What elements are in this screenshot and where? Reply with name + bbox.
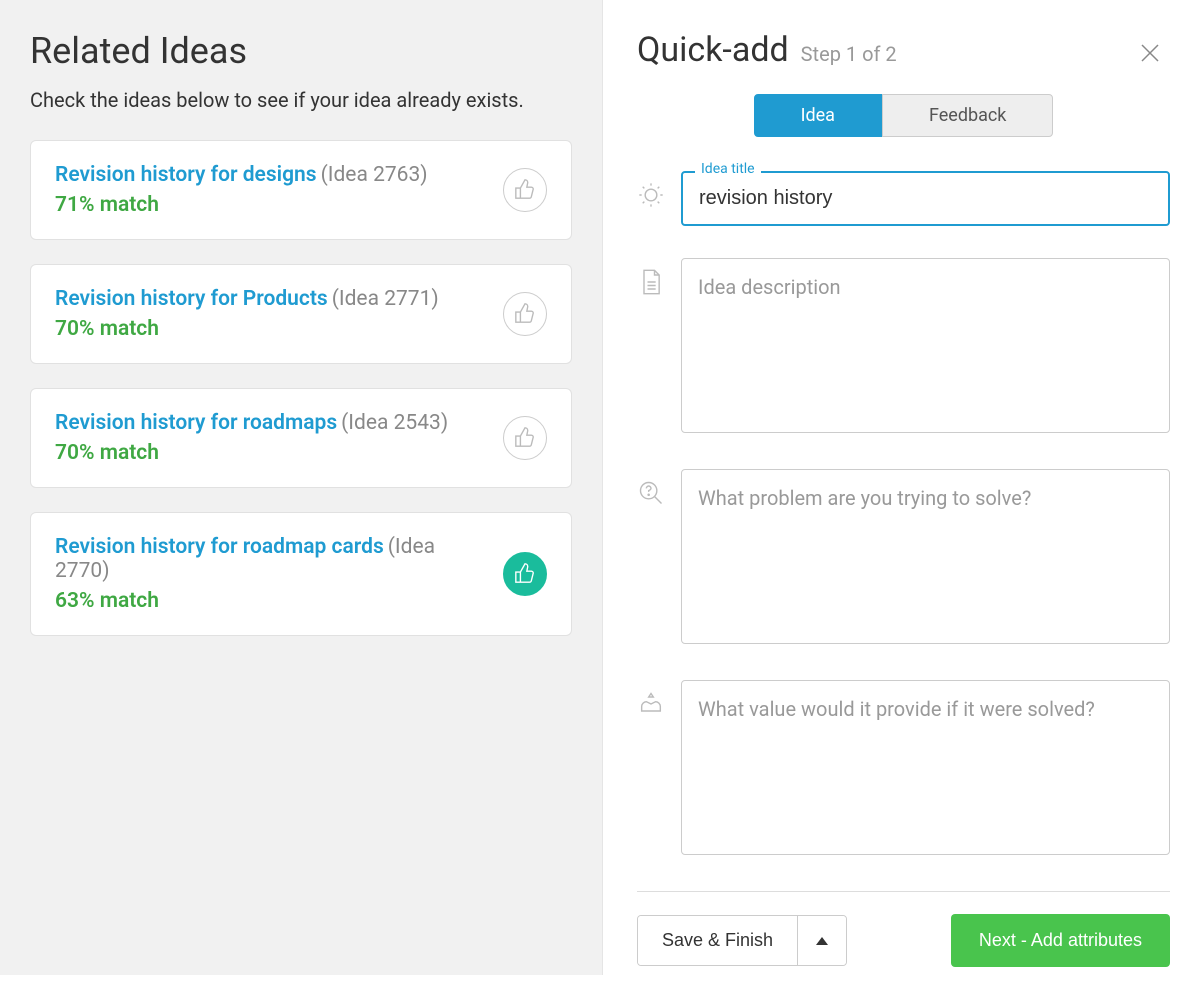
tab-group: Idea Feedback xyxy=(637,94,1170,137)
related-ideas-subtitle: Check the ideas below to see if your ide… xyxy=(30,88,572,112)
thumbs-up-icon xyxy=(514,302,536,327)
thumbs-up-icon xyxy=(514,178,536,203)
step-indicator: Step 1 of 2 xyxy=(801,42,897,66)
idea-title-input[interactable] xyxy=(681,171,1170,226)
idea-title-link[interactable]: Revision history for designs xyxy=(55,163,317,187)
idea-match: 70% match xyxy=(55,441,487,465)
save-finish-group: Save & Finish xyxy=(637,915,847,966)
thumbs-up-icon xyxy=(514,562,536,587)
idea-match: 63% match xyxy=(55,589,487,613)
close-icon xyxy=(1138,53,1162,68)
quick-add-title: Quick-add xyxy=(637,30,789,70)
idea-card[interactable]: Revision history for designs (Idea 2763)… xyxy=(30,140,572,240)
close-button[interactable] xyxy=(1136,40,1164,68)
hands-value-icon xyxy=(637,680,681,722)
footer-actions: Save & Finish Next - Add attributes xyxy=(637,892,1170,985)
idea-reference: (Idea 2763) xyxy=(321,163,428,187)
related-ideas-title: Related Ideas xyxy=(30,30,572,72)
idea-match: 71% match xyxy=(55,193,487,217)
idea-reference: (Idea 2771) xyxy=(332,287,439,311)
save-finish-dropdown[interactable] xyxy=(797,916,846,965)
document-icon xyxy=(637,258,681,300)
related-ideas-panel: Related Ideas Check the ideas below to s… xyxy=(0,0,603,975)
thumbs-up-button[interactable] xyxy=(503,552,547,596)
tab-idea[interactable]: Idea xyxy=(754,94,882,137)
idea-card[interactable]: Revision history for roadmap cards (Idea… xyxy=(30,512,572,636)
idea-title-label: Idea title xyxy=(695,161,761,177)
next-add-attributes-button[interactable]: Next - Add attributes xyxy=(951,914,1170,967)
thumbs-up-button[interactable] xyxy=(503,416,547,460)
thumbs-up-icon xyxy=(514,426,536,451)
caret-up-icon xyxy=(816,937,828,945)
idea-card[interactable]: Revision history for roadmaps (Idea 2543… xyxy=(30,388,572,488)
save-finish-button[interactable]: Save & Finish xyxy=(638,916,797,965)
idea-description-input[interactable] xyxy=(681,258,1170,433)
magnify-question-icon xyxy=(637,469,681,511)
idea-match: 70% match xyxy=(55,317,487,341)
tab-feedback[interactable]: Feedback xyxy=(882,94,1053,137)
idea-card[interactable]: Revision history for Products (Idea 2771… xyxy=(30,264,572,364)
idea-title-link[interactable]: Revision history for roadmap cards xyxy=(55,535,384,559)
lightbulb-icon xyxy=(637,171,681,213)
thumbs-up-button[interactable] xyxy=(503,168,547,212)
idea-reference: (Idea 2543) xyxy=(341,411,448,435)
idea-title-link[interactable]: Revision history for roadmaps xyxy=(55,411,337,435)
idea-title-link[interactable]: Revision history for Products xyxy=(55,287,328,311)
value-input[interactable] xyxy=(681,680,1170,855)
thumbs-up-button[interactable] xyxy=(503,292,547,336)
problem-input[interactable] xyxy=(681,469,1170,644)
quick-add-panel: Quick-add Step 1 of 2 Idea Feedback Idea… xyxy=(603,0,1200,975)
